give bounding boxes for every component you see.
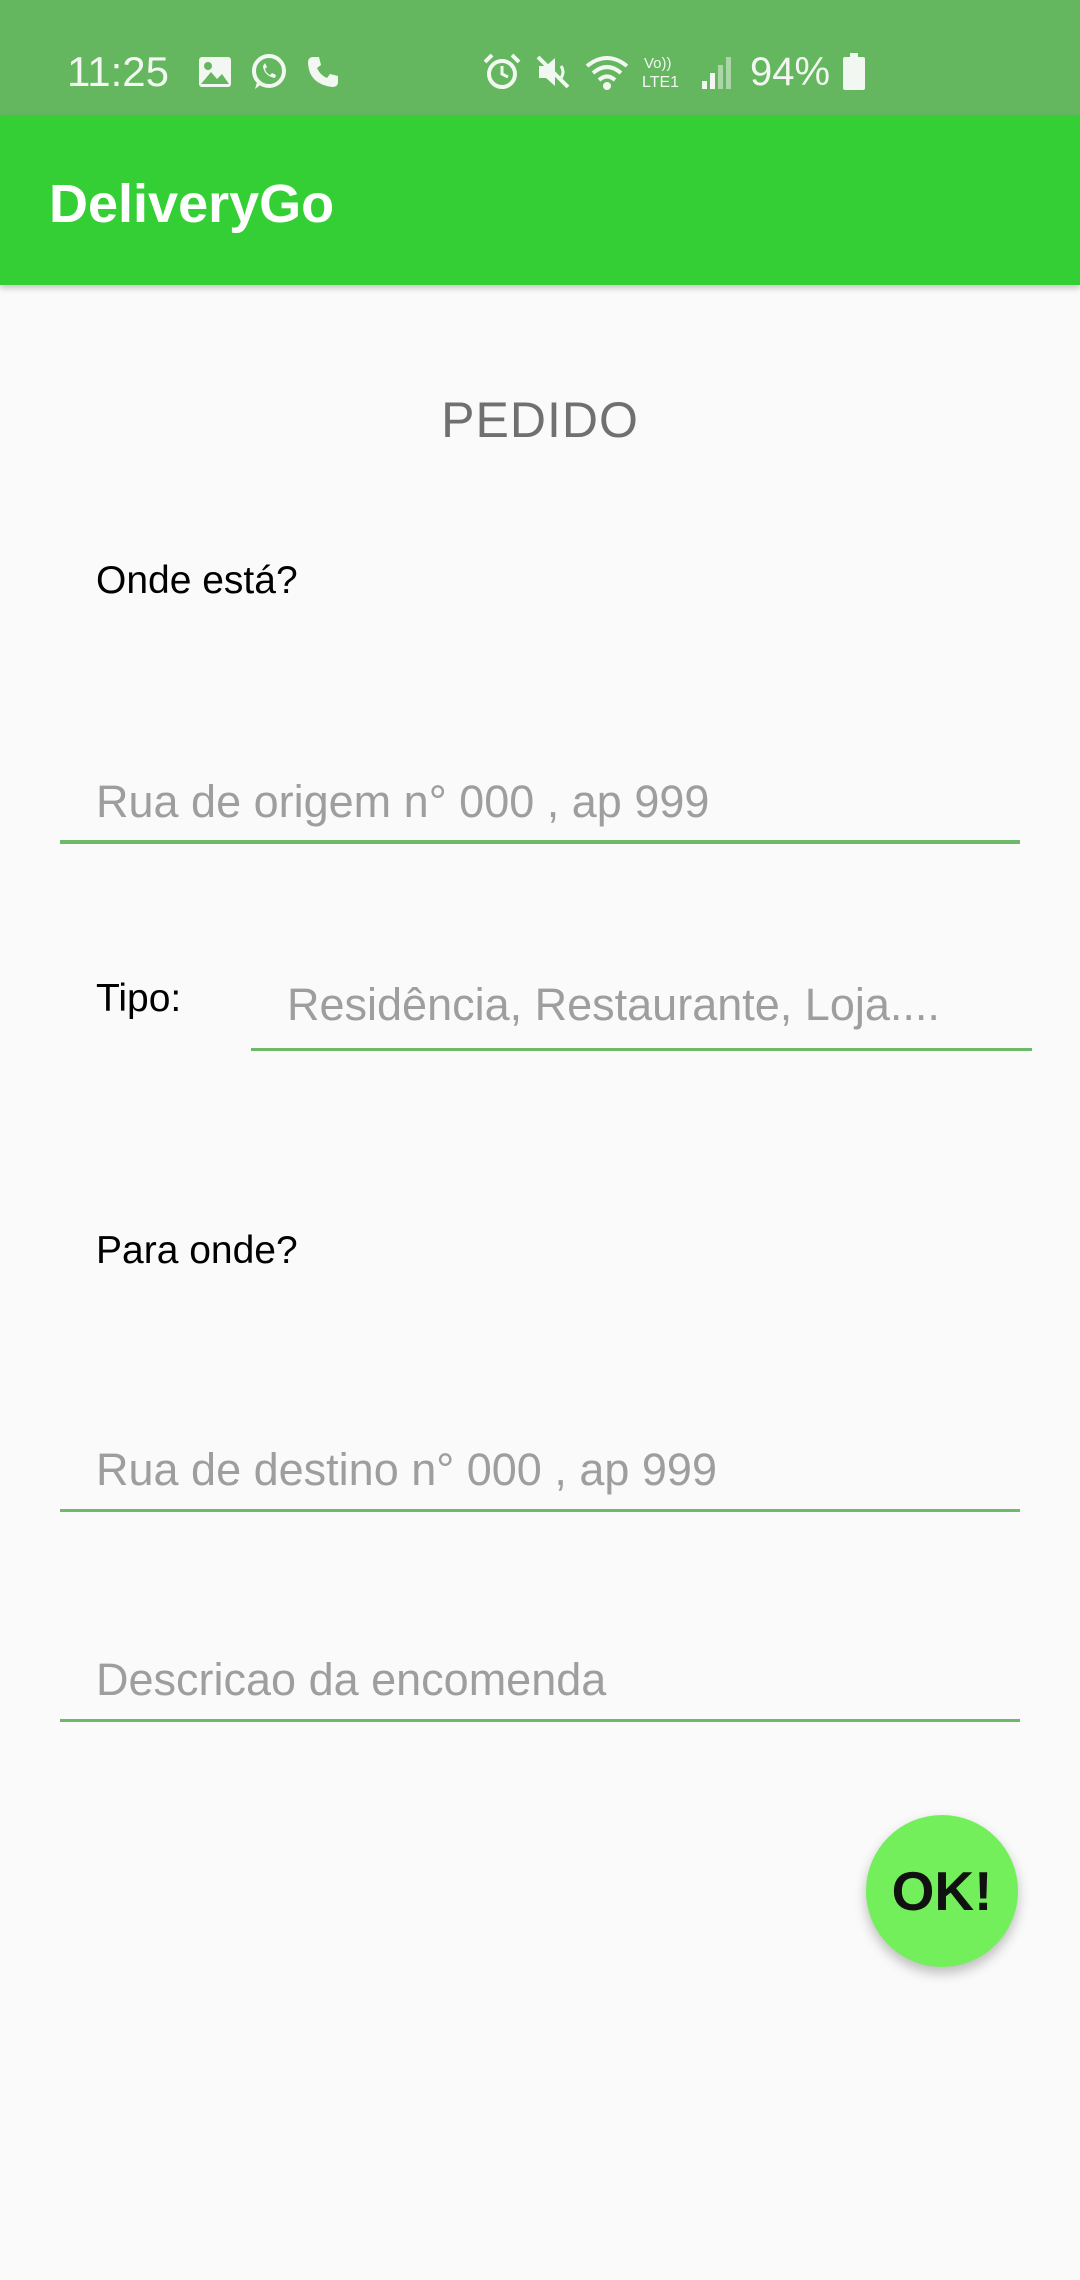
ok-button-label: OK! bbox=[891, 1860, 993, 1922]
lte-icon: Vo)) LTE1 bbox=[642, 52, 688, 92]
status-bar: 11:25 Vo)) LTE1 94% bbox=[0, 0, 1080, 116]
place-type-field[interactable]: Residência, Restaurante, Loja.... bbox=[251, 967, 1032, 1051]
app-title: DeliveryGo bbox=[49, 174, 335, 234]
phone-icon bbox=[305, 54, 341, 90]
origin-address-field[interactable]: Rua de origem n° 000 , ap 999 bbox=[60, 774, 1020, 844]
mute-icon bbox=[534, 53, 572, 91]
wifi-icon bbox=[584, 53, 630, 91]
page-title: PEDIDO bbox=[441, 392, 639, 448]
image-icon bbox=[197, 55, 233, 89]
app-bar: DeliveryGo bbox=[0, 116, 1080, 285]
status-notification-icons bbox=[197, 50, 341, 94]
origin-label: Onde está? bbox=[96, 559, 298, 602]
status-time: 11:25 bbox=[67, 48, 169, 95]
destination-address-field[interactable]: Rua de destino n° 000 , ap 999 bbox=[60, 1442, 1020, 1512]
battery-percent: 94% bbox=[750, 50, 831, 94]
svg-text:LTE1: LTE1 bbox=[642, 74, 679, 91]
whatsapp-icon bbox=[249, 52, 289, 92]
battery-icon bbox=[842, 53, 866, 91]
package-description-placeholder: Descricao da encomenda bbox=[96, 1654, 607, 1705]
alarm-icon bbox=[482, 52, 522, 92]
origin-address-placeholder: Rua de origem n° 000 , ap 999 bbox=[96, 776, 710, 827]
destination-address-placeholder: Rua de destino n° 000 , ap 999 bbox=[96, 1444, 717, 1495]
package-description-field[interactable]: Descricao da encomenda bbox=[60, 1652, 1020, 1722]
place-type-placeholder: Residência, Restaurante, Loja.... bbox=[287, 979, 940, 1030]
ok-button[interactable]: OK! bbox=[866, 1815, 1018, 1967]
status-system-icons: Vo)) LTE1 94% bbox=[482, 48, 866, 96]
type-label: Tipo: bbox=[96, 977, 182, 1020]
signal-icon bbox=[700, 54, 734, 90]
destination-label: Para onde? bbox=[96, 1229, 298, 1272]
svg-text:Vo)): Vo)) bbox=[644, 55, 672, 72]
